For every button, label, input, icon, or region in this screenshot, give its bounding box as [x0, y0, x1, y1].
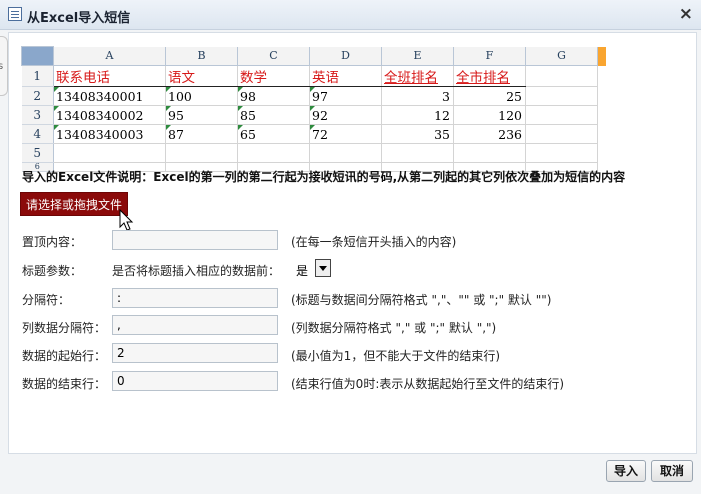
sheet-cell[interactable] [525, 143, 598, 163]
column-header[interactable]: G [525, 46, 598, 66]
sheet-cell[interactable] [381, 143, 454, 163]
row-header[interactable]: 2 [21, 86, 54, 106]
column-header[interactable]: D [309, 46, 382, 66]
import-button[interactable]: 导入 [606, 460, 646, 482]
row-header[interactable]: 5 [21, 143, 54, 163]
sheet-cell[interactable]: 12 [381, 105, 454, 125]
sheet-cell[interactable]: 100 [165, 86, 238, 106]
sheet-window-icon [8, 7, 22, 21]
sheet-cell[interactable] [453, 143, 526, 163]
sheet-cell[interactable]: 3 [381, 86, 454, 106]
sheet-cell[interactable] [525, 105, 598, 125]
top-content-hint: (在每一条短信开头插入的内容) [291, 235, 457, 249]
title-params-dropdown[interactable] [315, 259, 331, 277]
separator-label: 分隔符： [22, 293, 71, 307]
spreadsheet-preview: A B C D E F G 1 联系电话 语文 数学 英语 全班排名 全市排名 … [21, 46, 606, 172]
sheet-cell[interactable]: 13408340003 [53, 124, 166, 144]
select-all-corner[interactable] [21, 46, 54, 66]
sheet-cell[interactable] [525, 86, 598, 106]
sheet-cell[interactable] [525, 65, 598, 87]
sheet-cell[interactable]: 97 [309, 86, 382, 106]
column-separator-label: 列数据分隔符： [22, 321, 107, 335]
top-content-input[interactable] [112, 230, 278, 250]
sheet-cell[interactable]: 25 [453, 86, 526, 106]
title-params-text: 是否将标题插入相应的数据前： [112, 264, 281, 278]
sheet-cell[interactable]: 95 [165, 105, 238, 125]
start-row-hint: (最小值为1，但不能大于文件的结束行) [291, 349, 500, 363]
sheet-cell[interactable]: 联系电话 [53, 65, 166, 87]
column-header[interactable]: E [381, 46, 454, 66]
dialog-footer [0, 456, 701, 494]
sheet-cell[interactable]: 35 [381, 124, 454, 144]
end-row-label: 数据的结束行： [22, 377, 107, 391]
end-row-input[interactable]: 0 [112, 371, 278, 391]
window-title: 从Excel导入短信 [27, 11, 131, 26]
column-header[interactable]: C [237, 46, 310, 66]
title-params-select-value[interactable]: 是 [296, 262, 308, 279]
sheet-cell[interactable] [237, 143, 310, 163]
row-header[interactable]: 4 [21, 124, 54, 144]
column-separator-hint: (列数据分隔符格式 "," 或 ";" 默认 ",") [291, 321, 497, 335]
separator-hint: (标题与数据间分隔符格式 ","、"" 或 ";" 默认 "") [291, 293, 552, 307]
start-row-input[interactable]: 2 [112, 343, 278, 363]
sheet-cell[interactable]: 语文 [165, 65, 238, 87]
top-content-label: 置顶内容： [22, 235, 83, 249]
separator-input[interactable]: : [112, 288, 278, 308]
sheet-cell[interactable]: 92 [309, 105, 382, 125]
sheet-cell[interactable]: 英语 [309, 65, 382, 87]
import-description: 导入的Excel文件说明：Excel的第一列的第二行起为接收短讯的号码,从第二列… [22, 170, 626, 184]
row-header[interactable]: 3 [21, 105, 54, 125]
column-header[interactable]: A [53, 46, 166, 66]
scroll-marker [597, 46, 606, 66]
sheet-cell[interactable]: 236 [453, 124, 526, 144]
column-separator-input[interactable]: , [112, 315, 278, 335]
close-icon[interactable]: × [679, 4, 693, 24]
side-tab[interactable]: s [0, 36, 8, 96]
sheet-cell[interactable] [309, 143, 382, 163]
title-bar: 从Excel导入短信 × [0, 0, 701, 30]
sheet-cell[interactable]: 120 [453, 105, 526, 125]
end-row-hint: (结束行值为0时:表示从数据起始行至文件的结束行) [291, 377, 565, 391]
sheet-cell[interactable]: 85 [237, 105, 310, 125]
sheet-cell[interactable]: 数学 [237, 65, 310, 87]
sheet-cell[interactable]: 13408340001 [53, 86, 166, 106]
column-header[interactable]: B [165, 46, 238, 66]
sheet-cell[interactable] [165, 143, 238, 163]
sheet-cell[interactable]: 65 [237, 124, 310, 144]
cancel-button[interactable]: 取消 [651, 460, 693, 482]
column-header[interactable]: F [453, 46, 526, 66]
row-header[interactable]: 1 [21, 65, 54, 87]
start-row-label: 数据的起始行： [22, 349, 107, 363]
sheet-cell[interactable] [525, 124, 598, 144]
sheet-cell[interactable]: 13408340002 [53, 105, 166, 125]
sheet-cell[interactable]: 全班排名 [381, 65, 454, 87]
sheet-cell[interactable]: 87 [165, 124, 238, 144]
sheet-cell[interactable]: 72 [309, 124, 382, 144]
chevron-down-icon [319, 266, 327, 271]
title-params-label: 标题参数： [22, 264, 83, 278]
sheet-cell[interactable] [53, 143, 166, 163]
choose-file-button[interactable]: 请选择或拖拽文件 [20, 192, 128, 216]
sheet-cell[interactable]: 98 [237, 86, 310, 106]
sheet-cell[interactable]: 全市排名 [453, 65, 526, 87]
